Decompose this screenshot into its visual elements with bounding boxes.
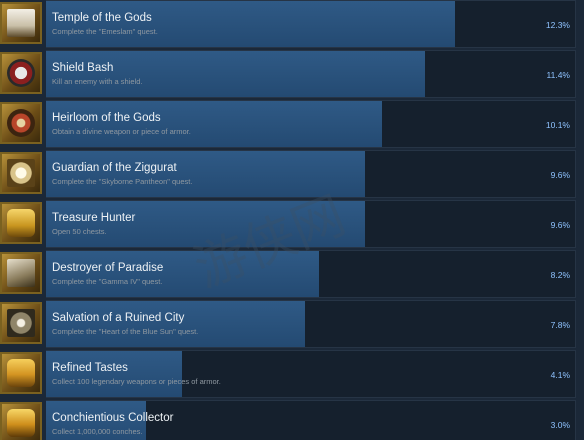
ziggurat-icon — [0, 152, 42, 194]
collector-icon — [0, 402, 42, 440]
progress-fill — [46, 51, 425, 97]
achievement-description: Collect 1,000,000 conches. — [52, 427, 143, 436]
achievement-percent: 10.1% — [545, 120, 570, 130]
achievement-title: Treasure Hunter — [52, 212, 136, 224]
salvation-icon — [0, 302, 42, 344]
achievement-title: Heirloom of the Gods — [52, 112, 161, 124]
achievement-percent: 12.3% — [545, 20, 570, 30]
achievement-title: Conchientious Collector — [52, 412, 174, 424]
achievement-title: Temple of the Gods — [52, 12, 152, 24]
achievement-percent: 3.0% — [550, 420, 570, 430]
achievement-title: Refined Tastes — [52, 362, 128, 374]
achievement-row[interactable]: Shield Bash Kill an enemy with a shield.… — [0, 50, 584, 100]
achievement-row[interactable]: Treasure Hunter Open 50 chests. 9.6% — [0, 200, 584, 250]
achievement-description: Kill an enemy with a shield. — [52, 77, 143, 86]
achievement-description: Complete the "Heart of the Blue Sun" que… — [52, 327, 199, 336]
progress-fill — [46, 301, 305, 347]
achievement-title: Destroyer of Paradise — [52, 262, 164, 274]
achievement-title: Shield Bash — [52, 62, 114, 74]
achievement-percent: 9.6% — [550, 220, 570, 230]
achievement-description: Complete the "Emeslam" quest. — [52, 27, 158, 36]
achievement-percent: 9.6% — [550, 170, 570, 180]
achievement-percent: 4.1% — [550, 370, 570, 380]
achievement-description: Complete the "Skyborne Pantheon" quest. — [52, 177, 193, 186]
achievement-row[interactable]: Heirloom of the Gods Obtain a divine wea… — [0, 100, 584, 150]
progress-fill — [46, 151, 365, 197]
shield-icon — [0, 52, 42, 94]
treasure-icon — [0, 202, 42, 244]
achievement-description: Open 50 chests. — [52, 227, 107, 236]
progress-fill — [46, 1, 455, 47]
progress-fill — [46, 101, 382, 147]
progress-fill — [46, 351, 182, 397]
refined-icon — [0, 352, 42, 394]
achievement-row[interactable]: Destroyer of Paradise Complete the "Gamm… — [0, 250, 584, 300]
destroyer-icon — [0, 252, 42, 294]
progress-fill — [46, 201, 365, 247]
achievement-row[interactable]: Temple of the Gods Complete the "Emeslam… — [0, 0, 584, 50]
achievement-title: Salvation of a Ruined City — [52, 312, 185, 324]
achievement-description: Obtain a divine weapon or piece of armor… — [52, 127, 191, 136]
achievement-row[interactable]: Guardian of the Ziggurat Complete the "S… — [0, 150, 584, 200]
achievement-description: Complete the "Gamma IV" quest. — [52, 277, 163, 286]
progress-fill — [46, 251, 319, 297]
temple-icon — [0, 2, 42, 44]
achievement-percent: 8.2% — [550, 270, 570, 280]
achievement-percent: 7.8% — [550, 320, 570, 330]
achievement-row[interactable]: Conchientious Collector Collect 1,000,00… — [0, 400, 584, 440]
achievement-title: Guardian of the Ziggurat — [52, 162, 177, 174]
achievement-percent: 11.4% — [546, 70, 570, 80]
heirloom-icon — [0, 102, 42, 144]
achievement-list: Temple of the Gods Complete the "Emeslam… — [0, 0, 584, 440]
achievement-description: Collect 100 legendary weapons or pieces … — [52, 377, 221, 386]
achievement-row[interactable]: Refined Tastes Collect 100 legendary wea… — [0, 350, 584, 400]
achievement-row[interactable]: Salvation of a Ruined City Complete the … — [0, 300, 584, 350]
